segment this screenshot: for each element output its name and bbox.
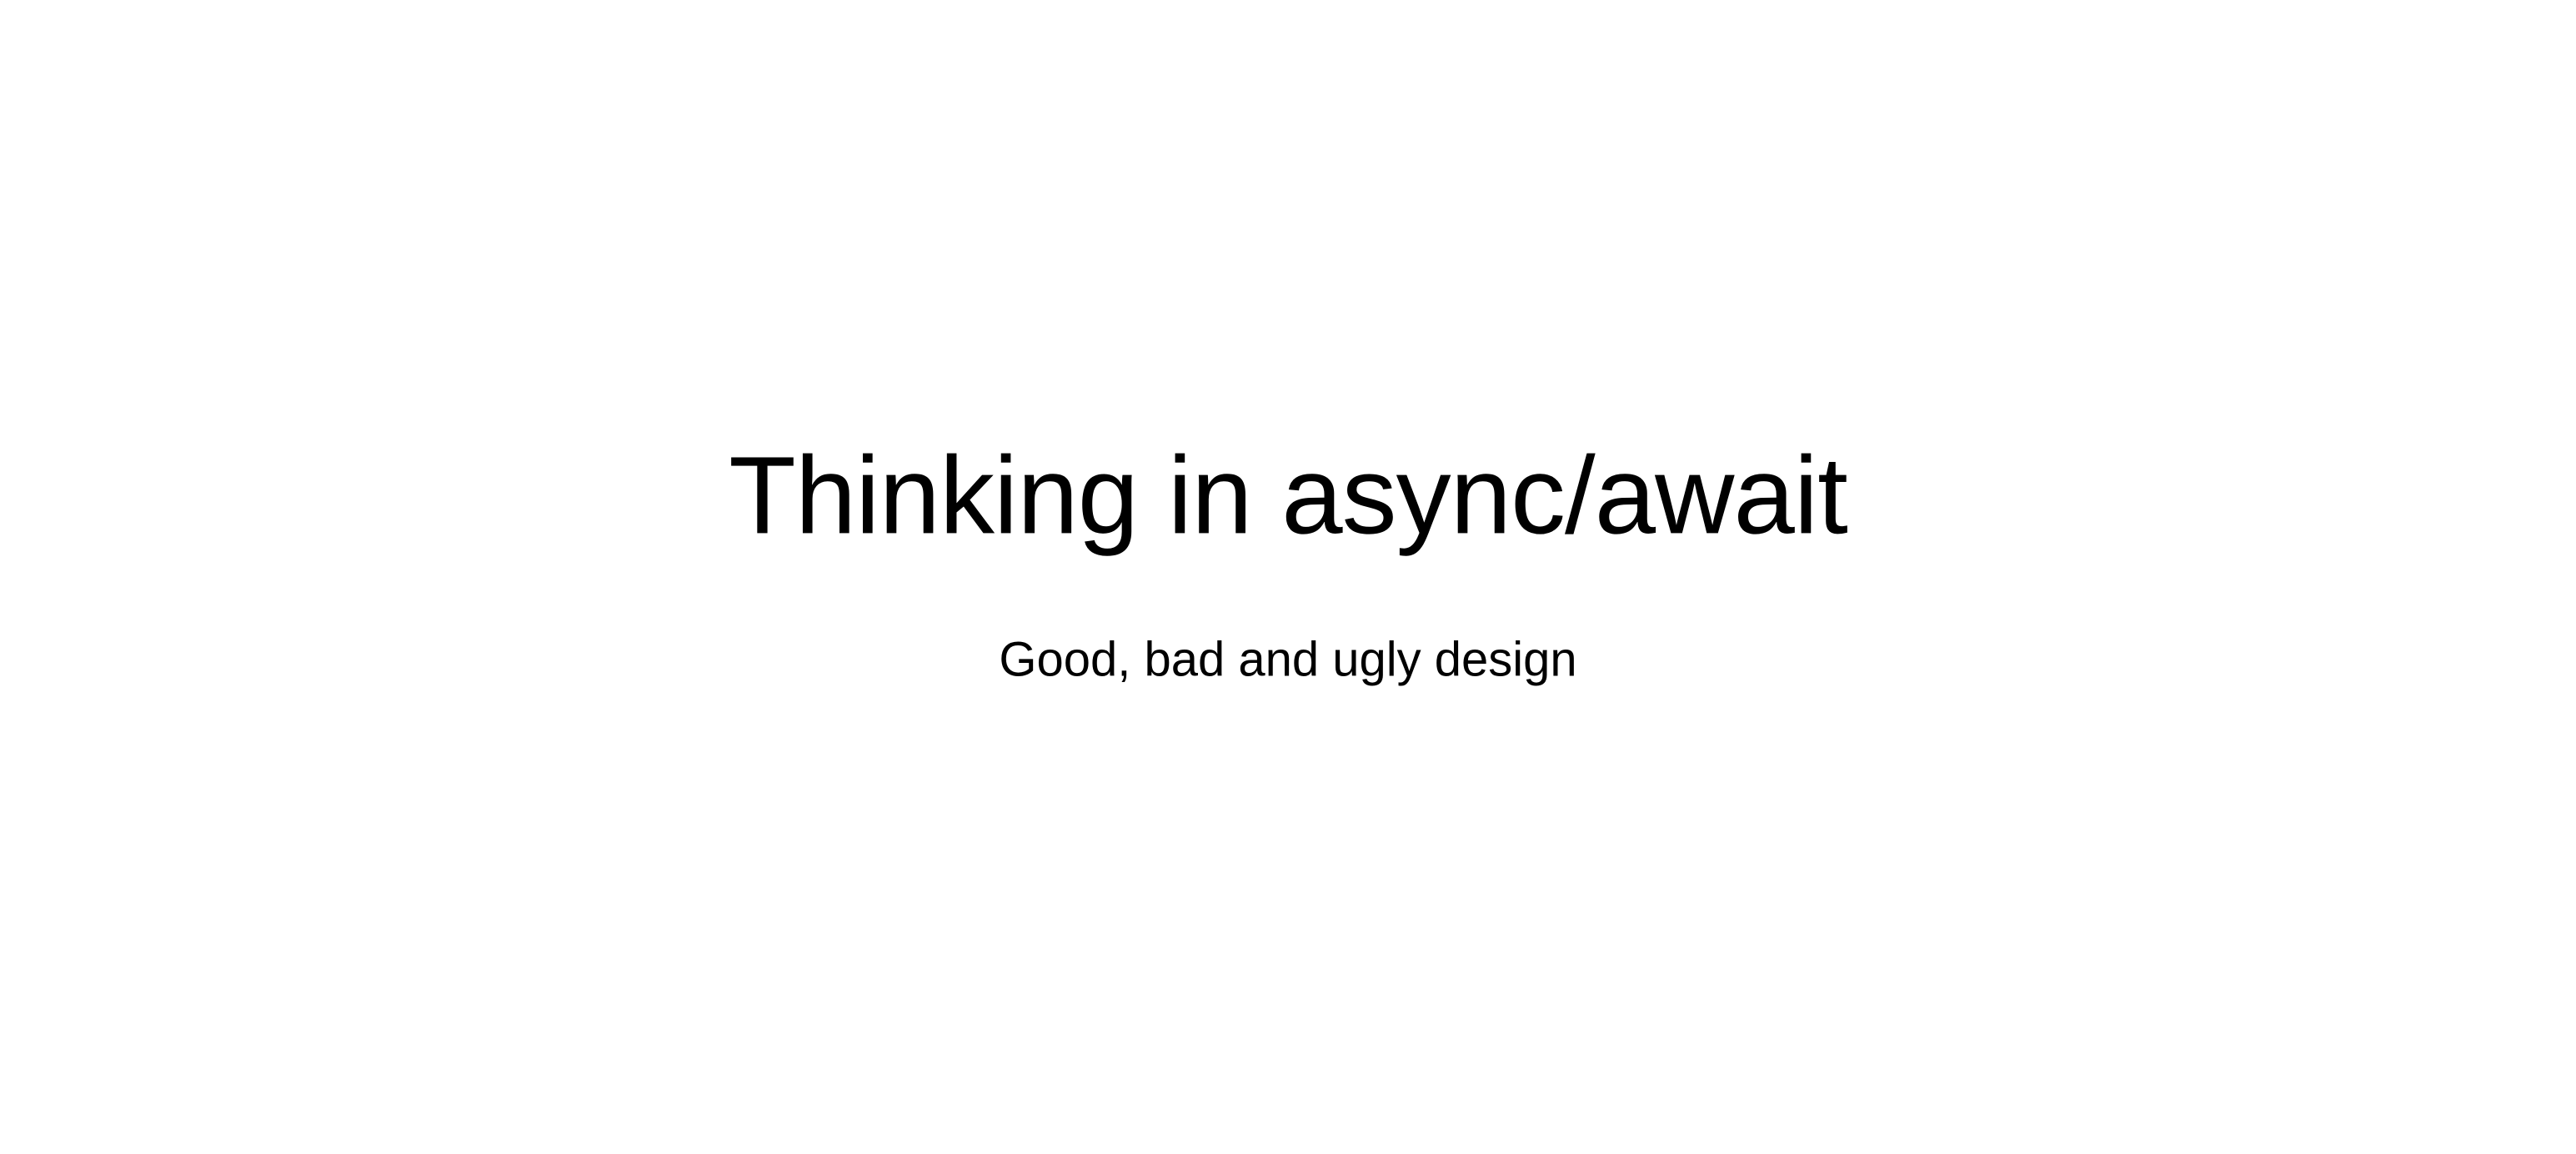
presentation-slide: Thinking in async/await Good, bad and ug… (0, 0, 2576, 1154)
slide-content: Thinking in async/await Good, bad and ug… (0, 434, 2576, 689)
slide-title: Thinking in async/await (0, 434, 2576, 555)
slide-subtitle: Good, bad and ugly design (0, 631, 2576, 690)
